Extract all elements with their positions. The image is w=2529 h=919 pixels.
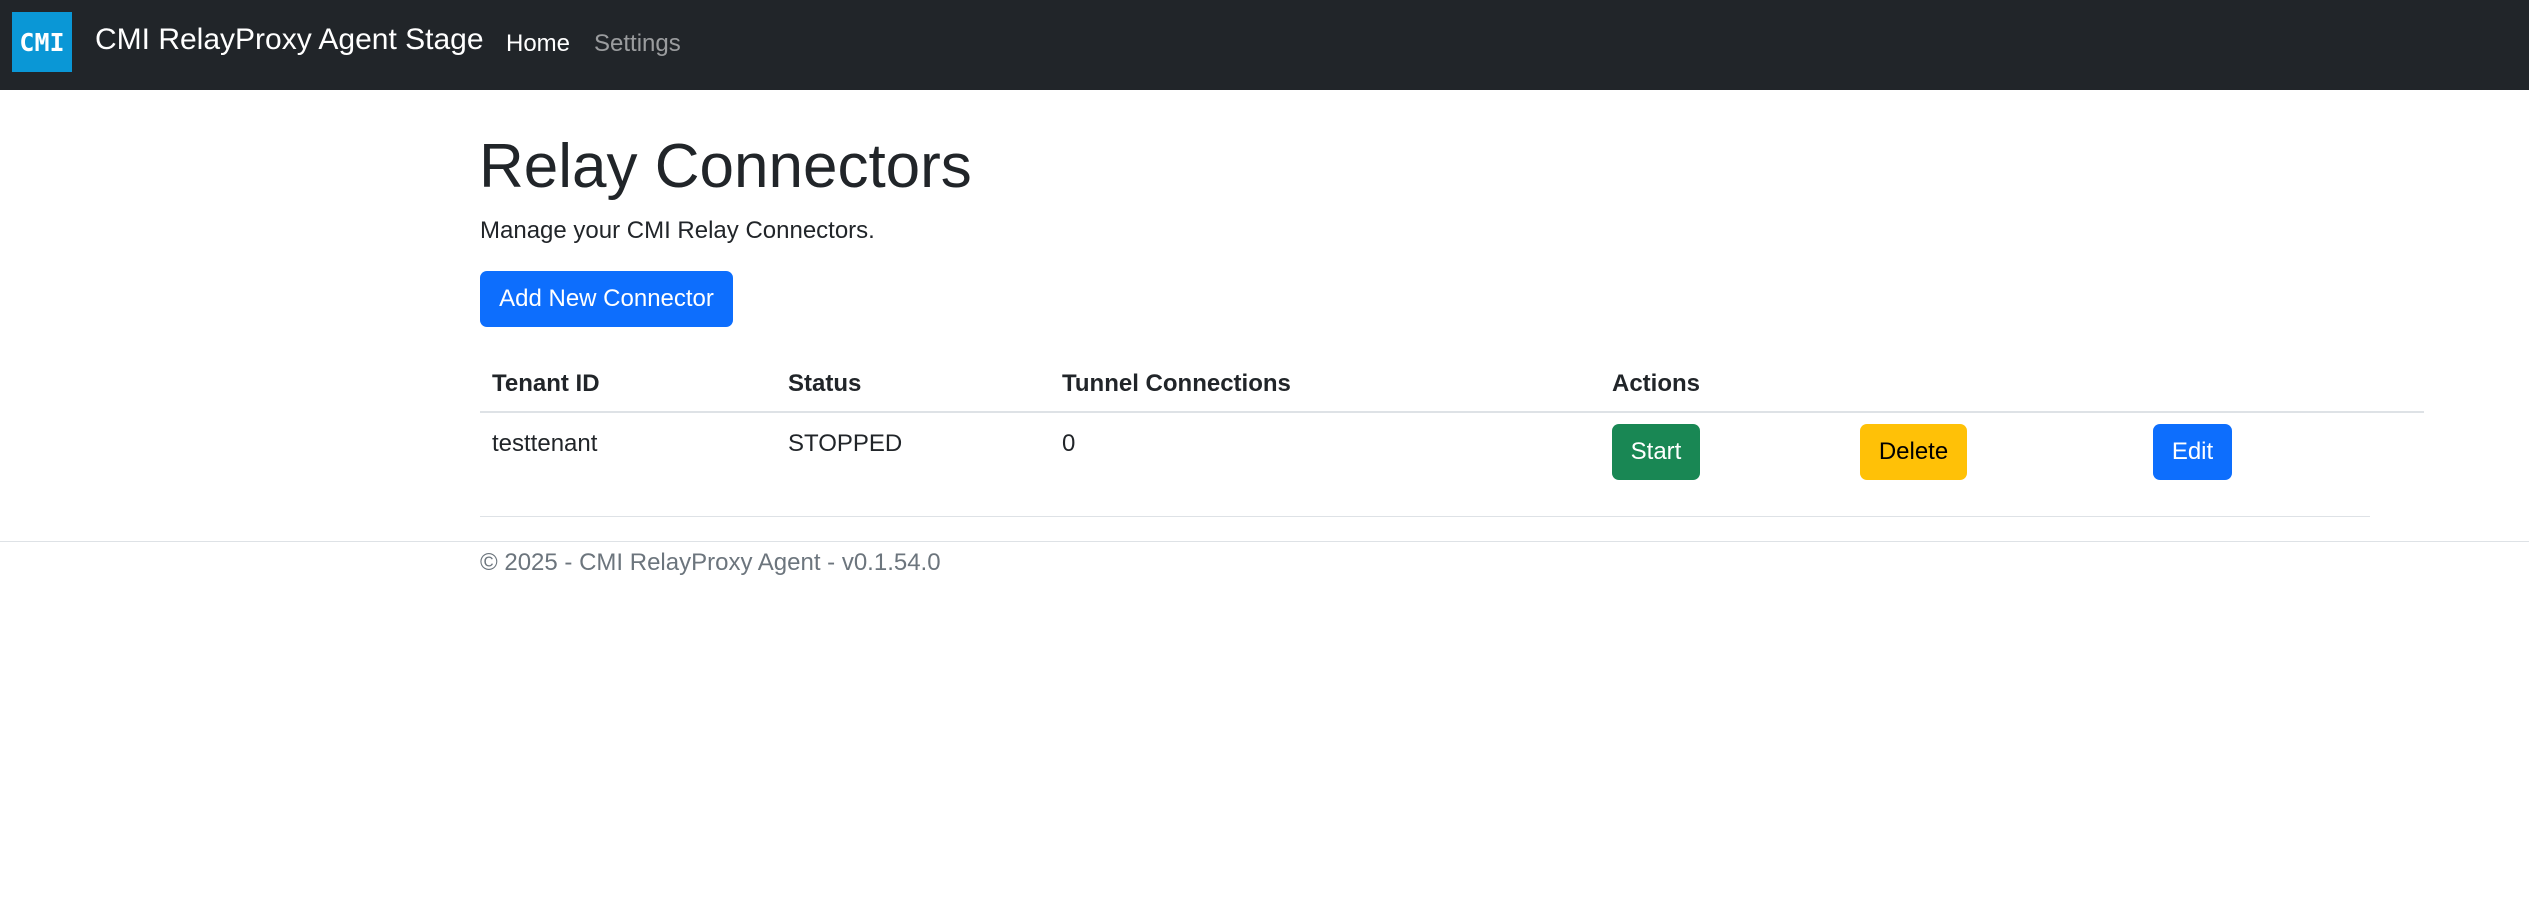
table-header-divider <box>480 411 2424 413</box>
start-button[interactable]: Start <box>1612 424 1700 480</box>
top-navbar: CMI CMI RelayProxy Agent Stage Home Sett… <box>0 0 2529 90</box>
page-title: Relay Connectors <box>479 132 972 201</box>
nav-link-home[interactable]: Home <box>506 26 570 62</box>
edit-button[interactable]: Edit <box>2153 424 2232 480</box>
footer-text: © 2025 - CMI RelayProxy Agent - v0.1.54.… <box>480 549 941 576</box>
cell-tunnel-connections: 0 <box>1062 430 1076 457</box>
delete-button[interactable]: Delete <box>1860 424 1967 480</box>
page-subtitle: Manage your CMI Relay Connectors. <box>480 217 875 244</box>
cmi-logo[interactable]: CMI <box>12 12 72 72</box>
column-header-tunnel-connections: Tunnel Connections <box>1062 370 1291 397</box>
column-header-actions: Actions <box>1612 370 1701 397</box>
cell-status: STOPPED <box>788 430 903 457</box>
add-new-connector-button[interactable]: Add New Connector <box>480 271 733 327</box>
nav-link-settings[interactable]: Settings <box>594 26 681 62</box>
footer-divider <box>0 541 2529 542</box>
column-header-tenant-id: Tenant ID <box>492 370 600 397</box>
brand-name[interactable]: CMI RelayProxy Agent Stage <box>95 20 484 60</box>
column-header-status: Status <box>788 370 862 397</box>
cell-tenant-id: testtenant <box>492 430 598 457</box>
table-row-divider <box>480 516 2370 517</box>
